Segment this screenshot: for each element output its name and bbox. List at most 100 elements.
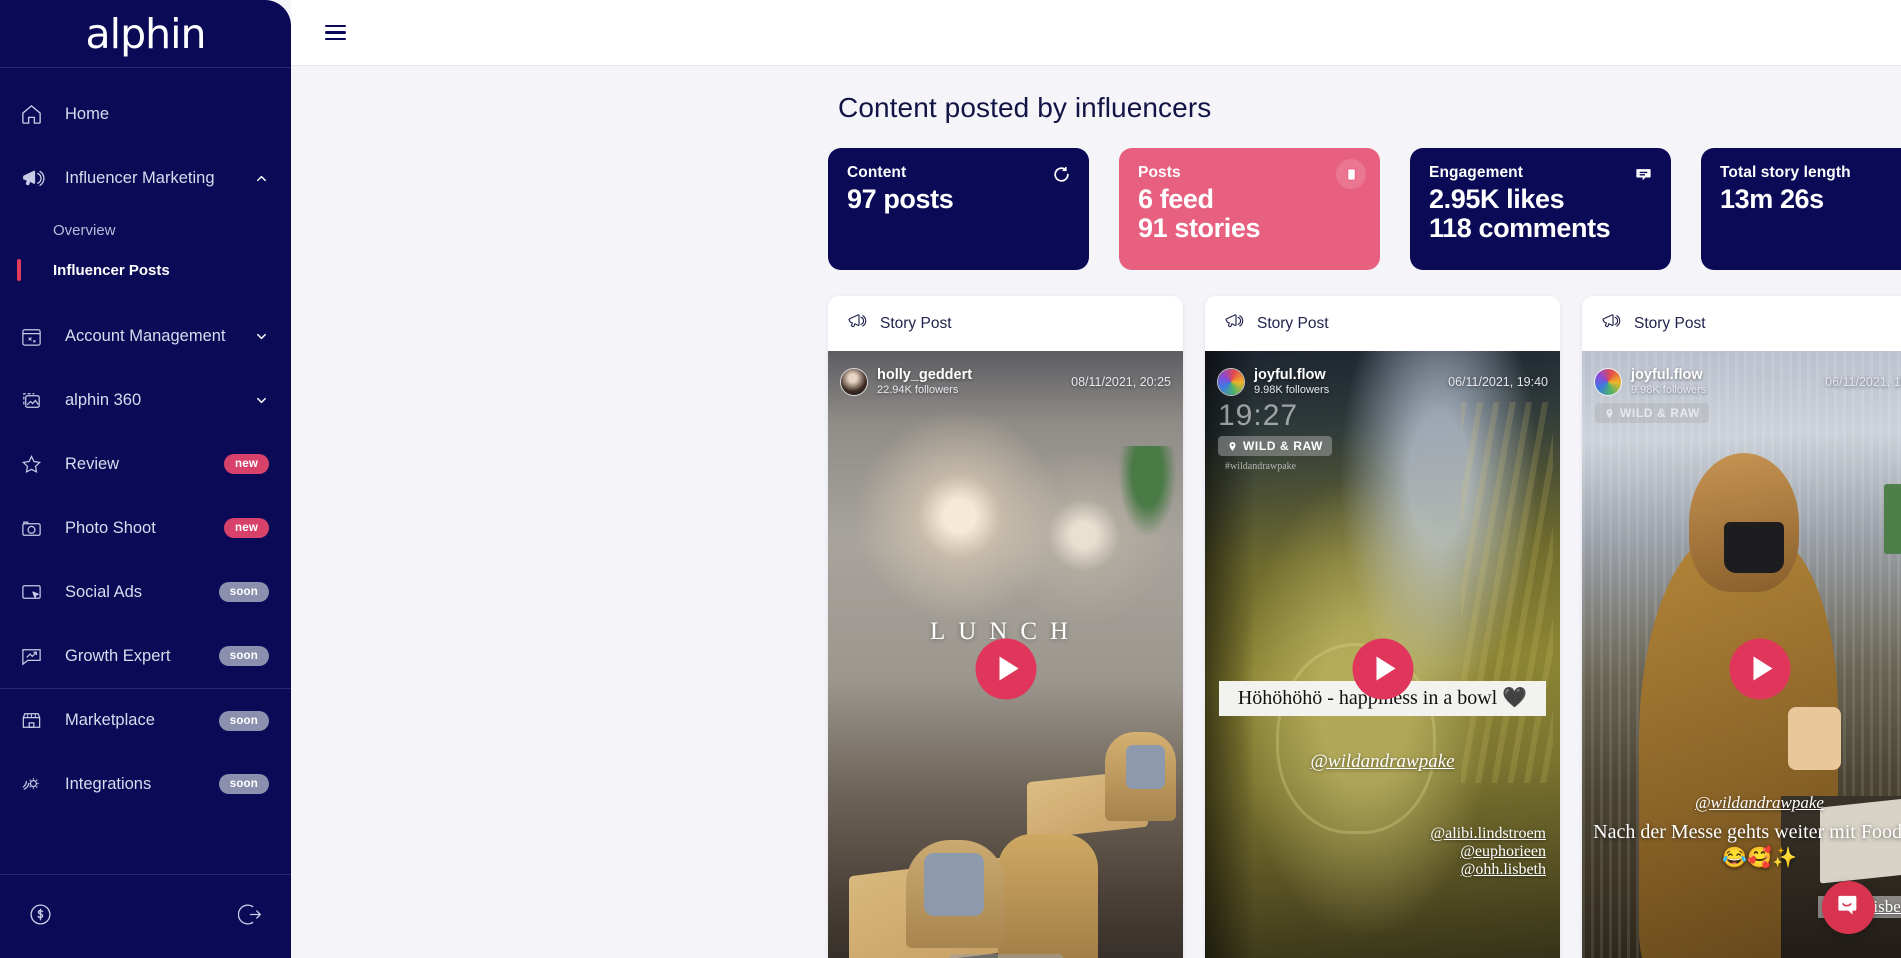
post-author-bar: holly_geddert 22.94K followers 08/11/202…: [828, 351, 1183, 403]
sidebar-item-label: Review: [65, 454, 120, 473]
stat-card-posts[interactable]: Posts 6 feed 91 stories: [1119, 148, 1380, 270]
page-content: Content posted by influencers Content 97…: [291, 66, 1901, 958]
hamburger-menu-icon[interactable]: [323, 19, 348, 47]
post-type-label: Story Post: [880, 314, 952, 332]
stat-card-engagement[interactable]: Engagement 2.95K likes 118 comments: [1410, 148, 1671, 270]
story-handle: @alibi.lindstroem: [1430, 825, 1546, 842]
stat-card-total-story-length[interactable]: Total story length 13m 26s: [1701, 148, 1901, 270]
play-button[interactable]: [1729, 638, 1790, 699]
camera-icon: [20, 517, 54, 540]
comment-icon: [1632, 163, 1654, 185]
post-username: holly_geddert: [877, 367, 973, 384]
sidebar-item-label: alphin 360: [65, 390, 142, 409]
post-followers: 9.98K followers: [1631, 383, 1707, 396]
intercom-launcher-button[interactable]: [1822, 881, 1875, 934]
sidebar-item-influencer-posts[interactable]: Influencer Posts: [0, 250, 291, 290]
sidebar-item-account-management[interactable]: Account Management: [0, 304, 291, 368]
sidebar-item-social-ads[interactable]: Social Ads soon: [0, 560, 291, 624]
sidebar-item-influencer-marketing[interactable]: Influencer Marketing: [0, 146, 291, 210]
stat-value: 6 feed 91 stories: [1138, 184, 1261, 244]
stat-value: 13m 26s: [1720, 184, 1824, 214]
story-rect-icon: [1336, 159, 1366, 189]
sidebar-item-integrations[interactable]: Integrations soon: [0, 752, 291, 816]
sidebar: alphin Home Influencer Marketing Overvie…: [0, 0, 291, 958]
post-username: joyful.flow: [1631, 367, 1703, 384]
post-media[interactable]: joyful.flow 9.98K followers 06/11/2021, …: [1205, 351, 1560, 958]
status-badge: soon: [218, 646, 269, 666]
post-type-label: Story Post: [1634, 314, 1706, 332]
stats-row: Content 97 posts Posts 6 feed 91 stories…: [291, 124, 1901, 270]
sidebar-logo[interactable]: alphin: [0, 0, 291, 68]
page-title: Content posted by influencers: [838, 92, 1212, 123]
sidebar-item-label: Influencer Posts: [53, 261, 170, 279]
calendar-icon: [20, 325, 54, 348]
sidebar-item-home[interactable]: Home: [0, 82, 291, 146]
status-badge: new: [224, 518, 269, 538]
status-badge: soon: [218, 582, 269, 602]
location-tag: WILD & RAW: [1595, 403, 1709, 423]
post-media[interactable]: holly_geddert 22.94K followers 08/11/202…: [828, 351, 1183, 958]
sidebar-item-label: Photo Shoot: [65, 518, 156, 537]
stat-label: Posts: [1138, 164, 1181, 181]
images-icon: [20, 389, 54, 412]
refresh-circle-icon: [1050, 163, 1072, 185]
sidebar-item-review[interactable]: Review new: [0, 432, 291, 496]
post-username: joyful.flow: [1254, 367, 1326, 384]
sidebar-item-marketplace[interactable]: Marketplace soon: [0, 688, 291, 752]
chevron-down-icon[interactable]: [253, 393, 269, 408]
avatar[interactable]: [840, 368, 868, 396]
stat-value: 2.95K likes 118 comments: [1429, 184, 1611, 244]
post-card[interactable]: Story Post joyful.flow 9.98K followers 0…: [1205, 296, 1560, 958]
post-card-header: Story Post: [1205, 296, 1560, 351]
post-card[interactable]: Story Post: [828, 296, 1183, 958]
sidebar-item-overview[interactable]: Overview: [0, 210, 291, 250]
logout-icon[interactable]: [237, 902, 263, 932]
play-button[interactable]: [1352, 638, 1413, 699]
post-timestamp: 06/11/2021, 19:40: [1448, 375, 1548, 389]
sidebar-item-label: Integrations: [65, 774, 152, 793]
story-handle: @euphorieen: [1460, 843, 1546, 860]
star-icon: [20, 453, 54, 476]
location-tag: WILD & RAW: [948, 954, 1063, 958]
post-card[interactable]: Story Post: [1582, 296, 1901, 958]
play-button[interactable]: [975, 638, 1036, 699]
post-type-label: Story Post: [1257, 314, 1329, 332]
stat-card-content[interactable]: Content 97 posts: [828, 148, 1089, 270]
sidebar-item-label: Home: [65, 104, 110, 123]
home-icon: [20, 103, 54, 126]
post-card-header: Story Post: [828, 296, 1183, 351]
sidebar-item-label: Overview: [53, 221, 116, 239]
sidebar-item-alphin-360[interactable]: alphin 360: [0, 368, 291, 432]
sidebar-item-growth-expert[interactable]: Growth Expert soon: [0, 624, 291, 688]
stat-label: Engagement: [1429, 164, 1524, 181]
megaphone-icon: [20, 166, 54, 191]
avatar[interactable]: [1217, 368, 1245, 396]
stat-value: 97 posts: [847, 184, 954, 214]
post-timestamp: 06/11/2021, 19:36: [1825, 375, 1901, 389]
story-mention: @wildandrawpake: [1695, 793, 1824, 812]
stat-label: Total story length: [1720, 164, 1851, 181]
gear-puzzle-icon: [20, 773, 54, 796]
chevron-up-icon[interactable]: [253, 171, 269, 186]
dollar-circle-icon[interactable]: [28, 902, 53, 932]
sidebar-item-label: Account Management: [65, 326, 226, 345]
growth-chart-icon: [20, 645, 54, 668]
sidebar-item-label: Growth Expert: [65, 646, 171, 665]
pin-icon: [1229, 441, 1236, 451]
post-cards-row: Story Post holly_geddert 22.94K follower…: [291, 270, 1901, 958]
avatar[interactable]: [1594, 368, 1622, 396]
sidebar-item-label: Influencer Marketing: [65, 168, 215, 187]
main-area: 3 Content posted by influencers Content …: [291, 0, 1901, 958]
story-hashtag: #wildandrawpake: [1225, 461, 1297, 472]
megaphone-icon: [1600, 310, 1622, 337]
location-name: WILD & RAW: [1243, 439, 1323, 453]
post-media[interactable]: joyful.flow 9.98K followers 06/11/2021, …: [1582, 351, 1901, 958]
ad-click-icon: [20, 581, 54, 604]
post-followers: 9.98K followers: [1254, 383, 1330, 396]
topbar: 3: [291, 0, 1901, 66]
brand-logo-text: alphin: [85, 9, 207, 58]
sidebar-item-photo-shoot[interactable]: Photo Shoot new: [0, 496, 291, 560]
chevron-down-icon[interactable]: [253, 329, 269, 344]
location-tag: WILD & RAW: [1218, 436, 1332, 456]
story-handle: @ohh.lisbeth: [1460, 861, 1546, 878]
